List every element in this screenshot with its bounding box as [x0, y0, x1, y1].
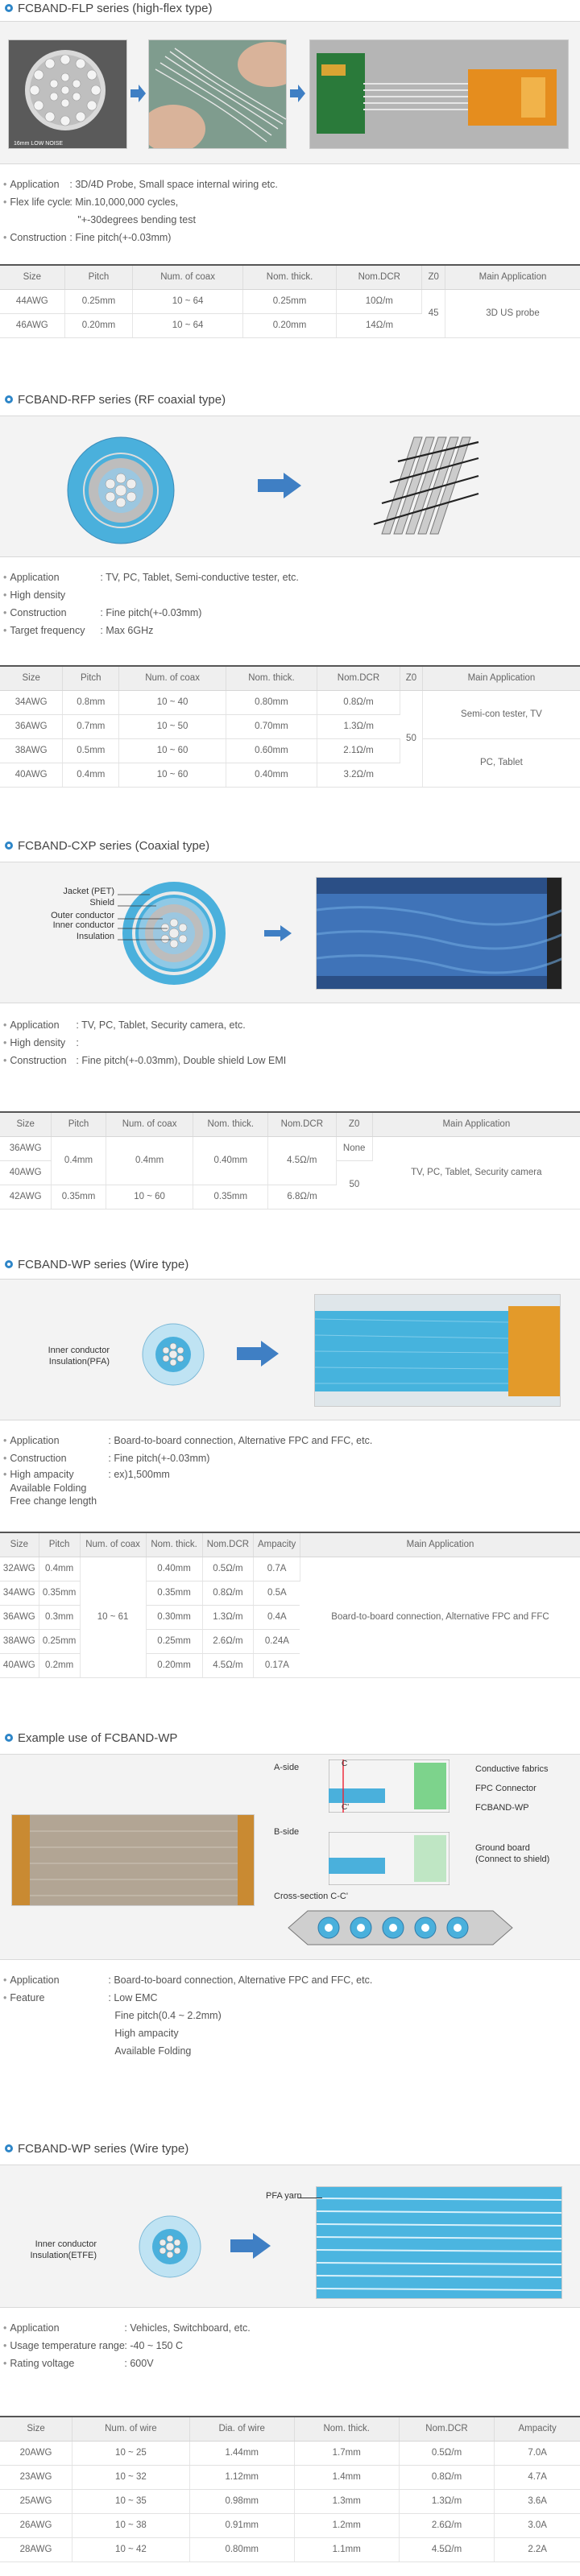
table-row: 23AWG 10 ~ 32 1.12mm 1.4mm 0.8Ω/m 4.7A — [0, 2465, 580, 2490]
wp-etfe-cross-section-diagram — [139, 2215, 201, 2278]
table-row: 26AWG 10 ~ 38 0.91mm 1.2mm 2.6Ω/m 3.0A — [0, 2513, 580, 2538]
label-inner-conductor: Inner conductor — [35, 2239, 97, 2249]
label-c: C — [342, 1759, 348, 1768]
rfp-spec-table: Size Pitch Num. of coax Nom. thick. Nom.DCR Z… — [0, 665, 580, 788]
bullet-icon — [5, 395, 13, 403]
section-title-wp: FCBAND-WP series (Wire type) — [5, 1256, 188, 1272]
label-shield: Shield — [89, 898, 114, 908]
label-a-side: A-side — [274, 1763, 300, 1772]
label-inner-conductor: Inner conductor — [52, 920, 114, 930]
table-row: 34AWG 0.8mm 10 ~ 40 0.80mm 0.8Ω/m 50 Semi-con … — [0, 690, 580, 788]
wp-etfe-image-panel: Inner conductor Insulation(ETFE) PFA yar… — [0, 2165, 580, 2308]
section-title-cxp: FCBAND-CXP series (Coaxial type) — [5, 837, 209, 854]
label-ground-board: Ground board — [475, 1843, 530, 1853]
wp-etfe-product-photo — [316, 2186, 562, 2299]
wp-spec-table: Size Pitch Num. of coax Nom. thick. Nom.DCR A… — [0, 1532, 580, 1678]
section-title-flp: FCBAND-FLP series (high-flex type) — [5, 0, 212, 16]
rfp-specs: • Application: TV, PC, Tablet, Semi-condu… — [3, 572, 299, 636]
wp-specs: • Application: Board-to-board connection,… — [3, 1435, 373, 1507]
wp-cross-section-diagram — [142, 1323, 205, 1386]
label-insulation: Insulation — [76, 932, 114, 941]
flp-product-photo — [309, 39, 569, 149]
label-fcband-wp: FCBAND-WP — [475, 1803, 529, 1813]
label-b-side: B-side — [274, 1827, 300, 1837]
flp-spec-table: Size Pitch Num. of coax Nom. thick. Nom.DCR Z… — [0, 264, 580, 338]
table-row: 38AWG 0.5mm 10 ~ 60 0.60mm 2.1Ω/m PC, Tablet — [0, 738, 580, 788]
cxp-spec-table: Size Pitch Num. of coax Nom. thick. Nom.DCR Z… — [0, 1111, 580, 1209]
table-row: 25AWG 10 ~ 35 0.98mm 1.3mm 1.3Ω/m 3.6A — [0, 2489, 580, 2514]
arrow-right-icon — [237, 1341, 279, 1367]
label-jacket: Jacket (PET) — [63, 887, 114, 896]
flp-cross-section-photo: 16mm LOW NOISE — [8, 39, 127, 149]
bullet-icon — [5, 1734, 13, 1742]
flp-image-panel: 16mm LOW NOISE — [0, 21, 580, 164]
arrow-right-icon — [258, 473, 301, 498]
arrow-right-icon — [130, 85, 146, 102]
arrow-right-icon — [230, 2233, 271, 2259]
rfp-cable-diagram — [373, 436, 479, 535]
cxp-product-photo — [316, 877, 562, 990]
photo-caption: 16mm LOW NOISE — [14, 141, 63, 147]
section-title-example: Example use of FCBAND-WP — [5, 1730, 177, 1746]
wp-product-photo — [314, 1294, 561, 1407]
label-insulation-pfa: Insulation(PFA) — [48, 1357, 110, 1367]
label-conductive-fabrics: Conductive fabrics — [475, 1764, 549, 1774]
bullet-icon — [5, 1260, 13, 1268]
cxp-cross-section-diagram — [118, 882, 226, 985]
label-pfa-yarn: PFA yarn — [266, 2191, 302, 2201]
cxp-specs: • Application: TV, PC, Tablet, Security c… — [3, 1019, 287, 1066]
table-row: 32AWG 0.4mm 10 ~ 61 0.40mm 0.5Ω/m 0.7A Board-t… — [0, 1557, 580, 1678]
wp-etfe-spec-table: Size Num. of wire Dia. of wire Nom. thick. N… — [0, 2416, 580, 2562]
table-row: 28AWG 10 ~ 42 0.80mm 1.1mm 4.5Ω/m 2.2A — [0, 2537, 580, 2562]
section-title-rfp: FCBAND-RFP series (RF coaxial type) — [5, 391, 226, 407]
example-specs: • Application: Board-to-board connection,… — [3, 1974, 373, 2057]
cxp-image-panel: Jacket (PET) Shield Outer conductor Inne… — [0, 862, 580, 1003]
b-side-diagram — [329, 1832, 450, 1885]
label-fpc-connector: FPC Connector — [475, 1784, 536, 1793]
label-c-prime: C' — [342, 1803, 350, 1812]
arrow-right-icon — [264, 925, 292, 941]
wp-image-panel: Inner conductor Insulation(PFA) — [0, 1279, 580, 1420]
example-product-photo — [11, 1814, 255, 1906]
flp-specs: • Application: 3D/4D Probe, Small space i… — [3, 179, 278, 243]
rfp-image-panel — [0, 416, 580, 557]
section-title-wp-etfe: FCBAND-WP series (Wire type) — [5, 2140, 188, 2156]
label-cross-section: Cross-section C-C' — [274, 1892, 348, 1901]
bullet-icon — [5, 841, 13, 850]
rfp-cross-section-diagram — [67, 436, 175, 544]
example-image-panel: A-side C C' Conductive fabrics FPC Conne… — [0, 1754, 580, 1960]
wp-etfe-specs: • Application: Vehicles, Switchboard, etc… — [3, 2322, 251, 2369]
table-row: 44AWG 0.25mm 10 ~ 64 0.25mm 10Ω/m 45 3D US pro… — [0, 289, 580, 338]
arrow-right-icon — [290, 85, 305, 102]
bullet-icon — [5, 2144, 13, 2152]
flp-hand-photo — [148, 39, 287, 149]
bullet-icon — [5, 4, 13, 12]
table-row: 20AWG 10 ~ 25 1.44mm 1.7mm 0.5Ω/m 7.0A — [0, 2441, 580, 2466]
label-outer-conductor: Outer conductor — [51, 911, 114, 920]
label-insulation-etfe: Insulation(ETFE) — [30, 2251, 97, 2260]
label-connect-to-shield: (Connect to shield) — [475, 1854, 550, 1864]
cross-section-diagram — [288, 1910, 513, 1945]
label-inner-conductor: Inner conductor — [48, 1346, 110, 1355]
table-row: 36AWG 0.4mm 0.4mm 0.40mm 4.5Ω/m None TV, PC, T… — [0, 1136, 580, 1209]
